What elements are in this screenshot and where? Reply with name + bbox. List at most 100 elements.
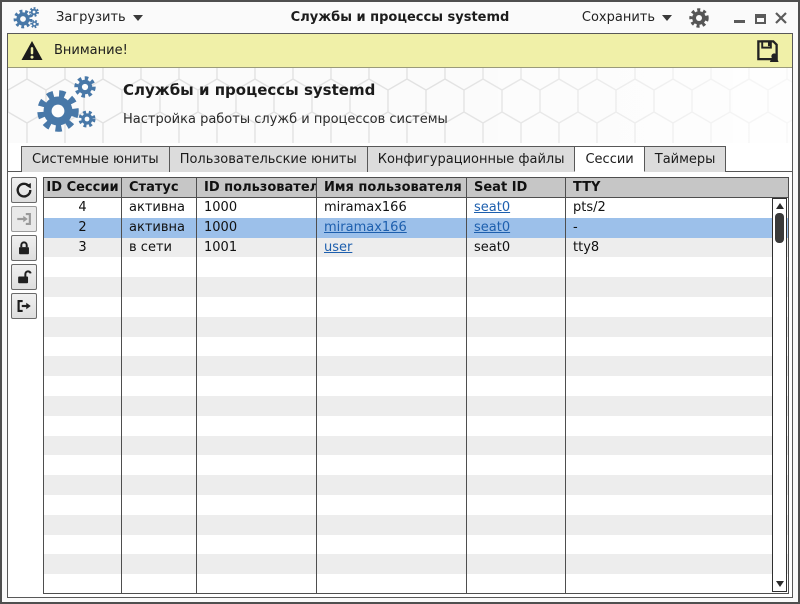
cell-tty	[566, 416, 788, 436]
toolbar-lock-session-button[interactable]	[11, 235, 37, 261]
cell-seat-id: seat0	[467, 218, 566, 238]
cell-session-id	[44, 376, 122, 396]
cell-status	[122, 277, 197, 297]
table-row-empty	[44, 277, 788, 297]
table-row-empty	[44, 257, 788, 277]
table-header-row: ID СессииСтатусID пользователяИмя пользо…	[44, 178, 788, 198]
scroll-up-button[interactable]	[773, 200, 786, 212]
main-panel: Внимание!	[7, 33, 793, 598]
cell-username	[317, 436, 467, 456]
cell-username: user	[317, 238, 467, 258]
save-menu-button[interactable]: Сохранить	[582, 10, 672, 25]
cell-status	[122, 317, 197, 337]
column-header[interactable]: Имя пользователя	[317, 178, 467, 197]
seat-link[interactable]: seat0	[474, 220, 510, 235]
cell-seat-id	[467, 455, 566, 475]
maximize-button[interactable]	[753, 11, 767, 25]
cell-status	[122, 356, 197, 376]
tab-config-files[interactable]: Конфигурационные файлы	[367, 146, 576, 172]
toolbar-terminate-session-button[interactable]	[11, 293, 37, 319]
table-row[interactable]: 3в сети1001userseat0tty8	[44, 238, 788, 258]
cell-seat-id: seat0	[467, 238, 566, 258]
tab-user-units[interactable]: Пользовательские юниты	[169, 146, 368, 172]
load-menu-button[interactable]: Загрузить	[56, 10, 143, 25]
settings-gear-icon[interactable]	[688, 7, 710, 29]
scroll-down-button[interactable]	[773, 578, 786, 590]
cell-tty	[566, 257, 788, 277]
cell-session-id	[44, 455, 122, 475]
seat-link[interactable]: seat0	[474, 200, 510, 215]
cell-user-id	[197, 317, 317, 337]
minimize-button[interactable]	[732, 11, 746, 25]
triangle-up-icon	[776, 203, 784, 209]
cell-username	[317, 356, 467, 376]
cell-user-id	[197, 554, 317, 574]
save-session-icon[interactable]	[755, 38, 780, 63]
cell-status	[122, 297, 197, 317]
cell-user-id	[197, 376, 317, 396]
scrollbar-thumb[interactable]	[775, 213, 784, 243]
cell-session-id	[44, 535, 122, 555]
table-row-empty	[44, 554, 788, 574]
cell-username	[317, 337, 467, 357]
cell-user-id	[197, 436, 317, 456]
table-row-empty	[44, 455, 788, 475]
cell-seat-id	[467, 515, 566, 535]
cell-tty	[566, 515, 788, 535]
cell-seat-id	[467, 376, 566, 396]
column-header[interactable]: Статус	[122, 178, 197, 197]
table-row-empty	[44, 515, 788, 535]
table-body: 4активна1000miramax166seat0pts/22активна…	[44, 198, 788, 593]
tab-bar: Системные юнитыПользовательские юнитыКон…	[8, 143, 792, 172]
table-row-empty	[44, 376, 788, 396]
cell-user-id: 1000	[197, 218, 317, 238]
cell-username	[317, 495, 467, 515]
cell-user-id	[197, 396, 317, 416]
username-link[interactable]: miramax166	[324, 220, 407, 235]
username-link[interactable]: user	[324, 240, 352, 255]
cell-status	[122, 515, 197, 535]
table-row[interactable]: 2активна1000miramax166seat0-	[44, 218, 788, 238]
toolbar-unlock-session-button[interactable]	[11, 264, 37, 290]
cell-tty	[566, 396, 788, 416]
cell-status	[122, 574, 197, 593]
cell-user-id	[197, 495, 317, 515]
cell-session-id	[44, 416, 122, 436]
table-row-empty	[44, 535, 788, 555]
cell-seat-id	[467, 396, 566, 416]
cell-tty	[566, 337, 788, 357]
cell-username	[317, 475, 467, 495]
vertical-scrollbar[interactable]	[772, 198, 787, 592]
cell-seat-id	[467, 436, 566, 456]
session-toolbar	[11, 177, 39, 319]
cell-session-id	[44, 475, 122, 495]
cell-session-id	[44, 317, 122, 337]
column-header[interactable]: ID пользователя	[197, 178, 317, 197]
cell-status	[122, 337, 197, 357]
table-row-empty	[44, 356, 788, 376]
tab-sessions[interactable]: Сессии	[574, 146, 644, 172]
close-button[interactable]	[774, 11, 788, 25]
cell-username: miramax166	[317, 198, 467, 218]
cell-session-id	[44, 356, 122, 376]
cell-username	[317, 554, 467, 574]
toolbar-login-session-button[interactable]	[11, 206, 37, 232]
column-header[interactable]: Seat ID	[467, 178, 566, 197]
cell-session-id	[44, 396, 122, 416]
table-row-empty	[44, 574, 788, 593]
cell-status	[122, 396, 197, 416]
tab-system-units[interactable]: Системные юниты	[21, 146, 170, 172]
toolbar-refresh-button[interactable]	[11, 177, 37, 203]
cell-user-id	[197, 277, 317, 297]
cell-tty	[566, 475, 788, 495]
table-row[interactable]: 4активна1000miramax166seat0pts/2	[44, 198, 788, 218]
cell-user-id	[197, 455, 317, 475]
cell-session-id	[44, 574, 122, 593]
column-header[interactable]: ID Сессии	[44, 178, 122, 197]
unlock-icon	[15, 268, 33, 286]
column-header[interactable]: TTY	[566, 178, 788, 197]
cell-seat-id	[467, 495, 566, 515]
cell-tty	[566, 574, 788, 593]
tab-timers[interactable]: Таймеры	[644, 146, 727, 172]
cell-username	[317, 317, 467, 337]
